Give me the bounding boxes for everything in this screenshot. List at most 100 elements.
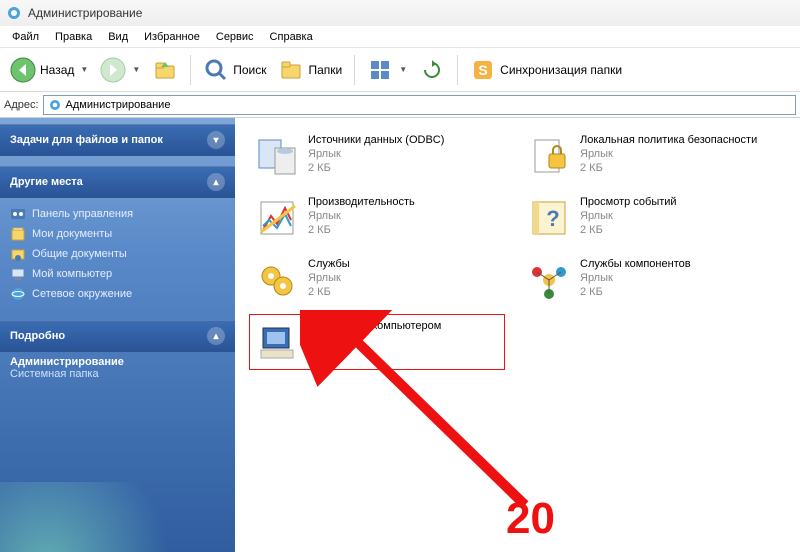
address-label: Адрес:: [4, 99, 39, 111]
sidebar-item-label: Мои документы: [32, 228, 112, 240]
file-type: Ярлык: [580, 271, 691, 285]
file-item[interactable]: Службы компонентовЯрлык2 КБ: [521, 252, 777, 308]
file-size: 2 КБ: [308, 285, 350, 299]
file-name: Управление компьютером: [308, 319, 441, 333]
sidebar-item-panel[interactable]: Панель управления: [10, 204, 225, 224]
file-type: Ярлык: [308, 271, 350, 285]
separator: [457, 55, 458, 85]
chevron-down-icon[interactable]: ▼: [80, 65, 88, 74]
views-icon: [367, 57, 393, 83]
refresh-icon: [419, 57, 445, 83]
file-text: ПроизводительностьЯрлык2 КБ: [308, 195, 415, 241]
sidebar-item-shared[interactable]: Общие документы: [10, 244, 225, 264]
eventvwr-icon: ?: [526, 195, 572, 241]
up-button[interactable]: [148, 55, 182, 85]
sidebar-item-label: Панель управления: [32, 208, 133, 220]
file-text: Службы компонентовЯрлык2 КБ: [580, 257, 691, 303]
menubar: Файл Правка Вид Избранное Сервис Справка: [0, 26, 800, 48]
file-item[interactable]: ?Просмотр событийЯрлык2 КБ: [521, 190, 777, 246]
menu-help[interactable]: Справка: [262, 28, 321, 46]
menu-view[interactable]: Вид: [100, 28, 136, 46]
chevron-down-icon[interactable]: ▼: [132, 65, 140, 74]
file-text: Просмотр событийЯрлык2 КБ: [580, 195, 677, 241]
content-pane: Источники данных (ODBC)Ярлык2 КБЛокальна…: [235, 118, 800, 552]
menu-favorites[interactable]: Избранное: [136, 28, 208, 46]
sidebar-details-title: Подробно: [10, 330, 65, 342]
address-value: Администрирование: [66, 99, 171, 111]
compmgmt-icon: [254, 319, 300, 365]
back-button[interactable]: Назад ▼: [6, 55, 92, 85]
search-icon: [203, 57, 229, 83]
sidebar-details-header[interactable]: Подробно ▴: [0, 320, 235, 352]
sidebar-item-label: Сетевое окружение: [32, 288, 132, 300]
file-name: Источники данных (ODBC): [308, 133, 444, 147]
details-type: Системная папка: [10, 368, 99, 380]
chevron-up-icon[interactable]: ▴: [207, 327, 225, 345]
sidebar-item-label: Общие документы: [32, 248, 127, 260]
menu-edit[interactable]: Правка: [47, 28, 100, 46]
file-size: 2 КБ: [580, 161, 757, 175]
folders-icon: [279, 57, 305, 83]
file-name: Производительность: [308, 195, 415, 209]
perf-icon: [254, 195, 300, 241]
details-name: Администрирование: [10, 356, 225, 368]
views-button[interactable]: ▼: [363, 55, 411, 85]
services-icon: [254, 257, 300, 303]
sidebar-item-label: Мой компьютер: [32, 268, 112, 280]
sidebar-item-network[interactable]: Сетевое окружение: [10, 284, 225, 304]
secpol-icon: [526, 133, 572, 179]
comsvc-icon: [526, 257, 572, 303]
sidebar-details-body: Администрирование Системная папка: [0, 352, 235, 390]
file-name: Просмотр событий: [580, 195, 677, 209]
app-icon: [6, 5, 22, 21]
search-button[interactable]: Поиск: [199, 55, 270, 85]
toolbar: Назад ▼ ▼ Поиск Папки ▼: [0, 48, 800, 92]
forward-button[interactable]: ▼: [96, 55, 144, 85]
forward-icon: [100, 57, 126, 83]
sidebar-places-header[interactable]: Другие места ▴: [0, 166, 235, 198]
sidebar: Задачи для файлов и папок ▾ Другие места…: [0, 118, 235, 552]
menu-file[interactable]: Файл: [4, 28, 47, 46]
sidebar-item-mydoc[interactable]: Мои документы: [10, 224, 225, 244]
address-bar: Адрес: Администрирование: [0, 92, 800, 118]
file-size: 2 КБ: [580, 223, 677, 237]
sidebar-tasks-header[interactable]: Задачи для файлов и папок ▾: [0, 124, 235, 156]
file-text: Управление компьютеромЯрлык2 КБ: [308, 319, 441, 365]
sidebar-places-body: Панель управления Мои документы Общие доку…: [0, 198, 235, 314]
file-size: 2 КБ: [580, 285, 691, 299]
shared-icon: [10, 246, 26, 262]
separator: [190, 55, 191, 85]
file-name: Локальная политика безопасности: [580, 133, 757, 147]
file-size: 2 КБ: [308, 161, 444, 175]
titlebar: Администрирование: [0, 0, 800, 26]
sidebar-places-title: Другие места: [10, 176, 83, 188]
sidebar-item-mypc[interactable]: Мой компьютер: [10, 264, 225, 284]
address-input[interactable]: Администрирование: [43, 95, 796, 115]
file-type: Ярлык: [580, 209, 677, 223]
search-label: Поиск: [233, 63, 266, 77]
file-type: Ярлык: [580, 147, 757, 161]
refresh-button[interactable]: [415, 55, 449, 85]
sync-button[interactable]: S Синхронизация папки: [466, 55, 626, 85]
body-area: Задачи для файлов и папок ▾ Другие места…: [0, 118, 800, 552]
separator: [354, 55, 355, 85]
chevron-down-icon[interactable]: ▼: [399, 65, 407, 74]
folders-button[interactable]: Папки: [275, 55, 347, 85]
file-item[interactable]: Управление компьютеромЯрлык2 КБ: [249, 314, 505, 370]
file-size: 2 КБ: [308, 223, 415, 237]
file-size: 2 КБ: [308, 347, 441, 361]
file-type: Ярлык: [308, 209, 415, 223]
menu-tools[interactable]: Сервис: [208, 28, 262, 46]
file-item[interactable]: Локальная политика безопасностиЯрлык2 КБ: [521, 128, 777, 184]
folder-up-icon: [152, 57, 178, 83]
panel-icon: [10, 206, 26, 222]
chevron-down-icon[interactable]: ▾: [207, 131, 225, 149]
file-item[interactable]: Источники данных (ODBC)Ярлык2 КБ: [249, 128, 505, 184]
file-item[interactable]: СлужбыЯрлык2 КБ: [249, 252, 505, 308]
back-icon: [10, 57, 36, 83]
file-type: Ярлык: [308, 333, 441, 347]
file-item[interactable]: ПроизводительностьЯрлык2 КБ: [249, 190, 505, 246]
mypc-icon: [10, 266, 26, 282]
chevron-up-icon[interactable]: ▴: [207, 173, 225, 191]
odbc-icon: [254, 133, 300, 179]
